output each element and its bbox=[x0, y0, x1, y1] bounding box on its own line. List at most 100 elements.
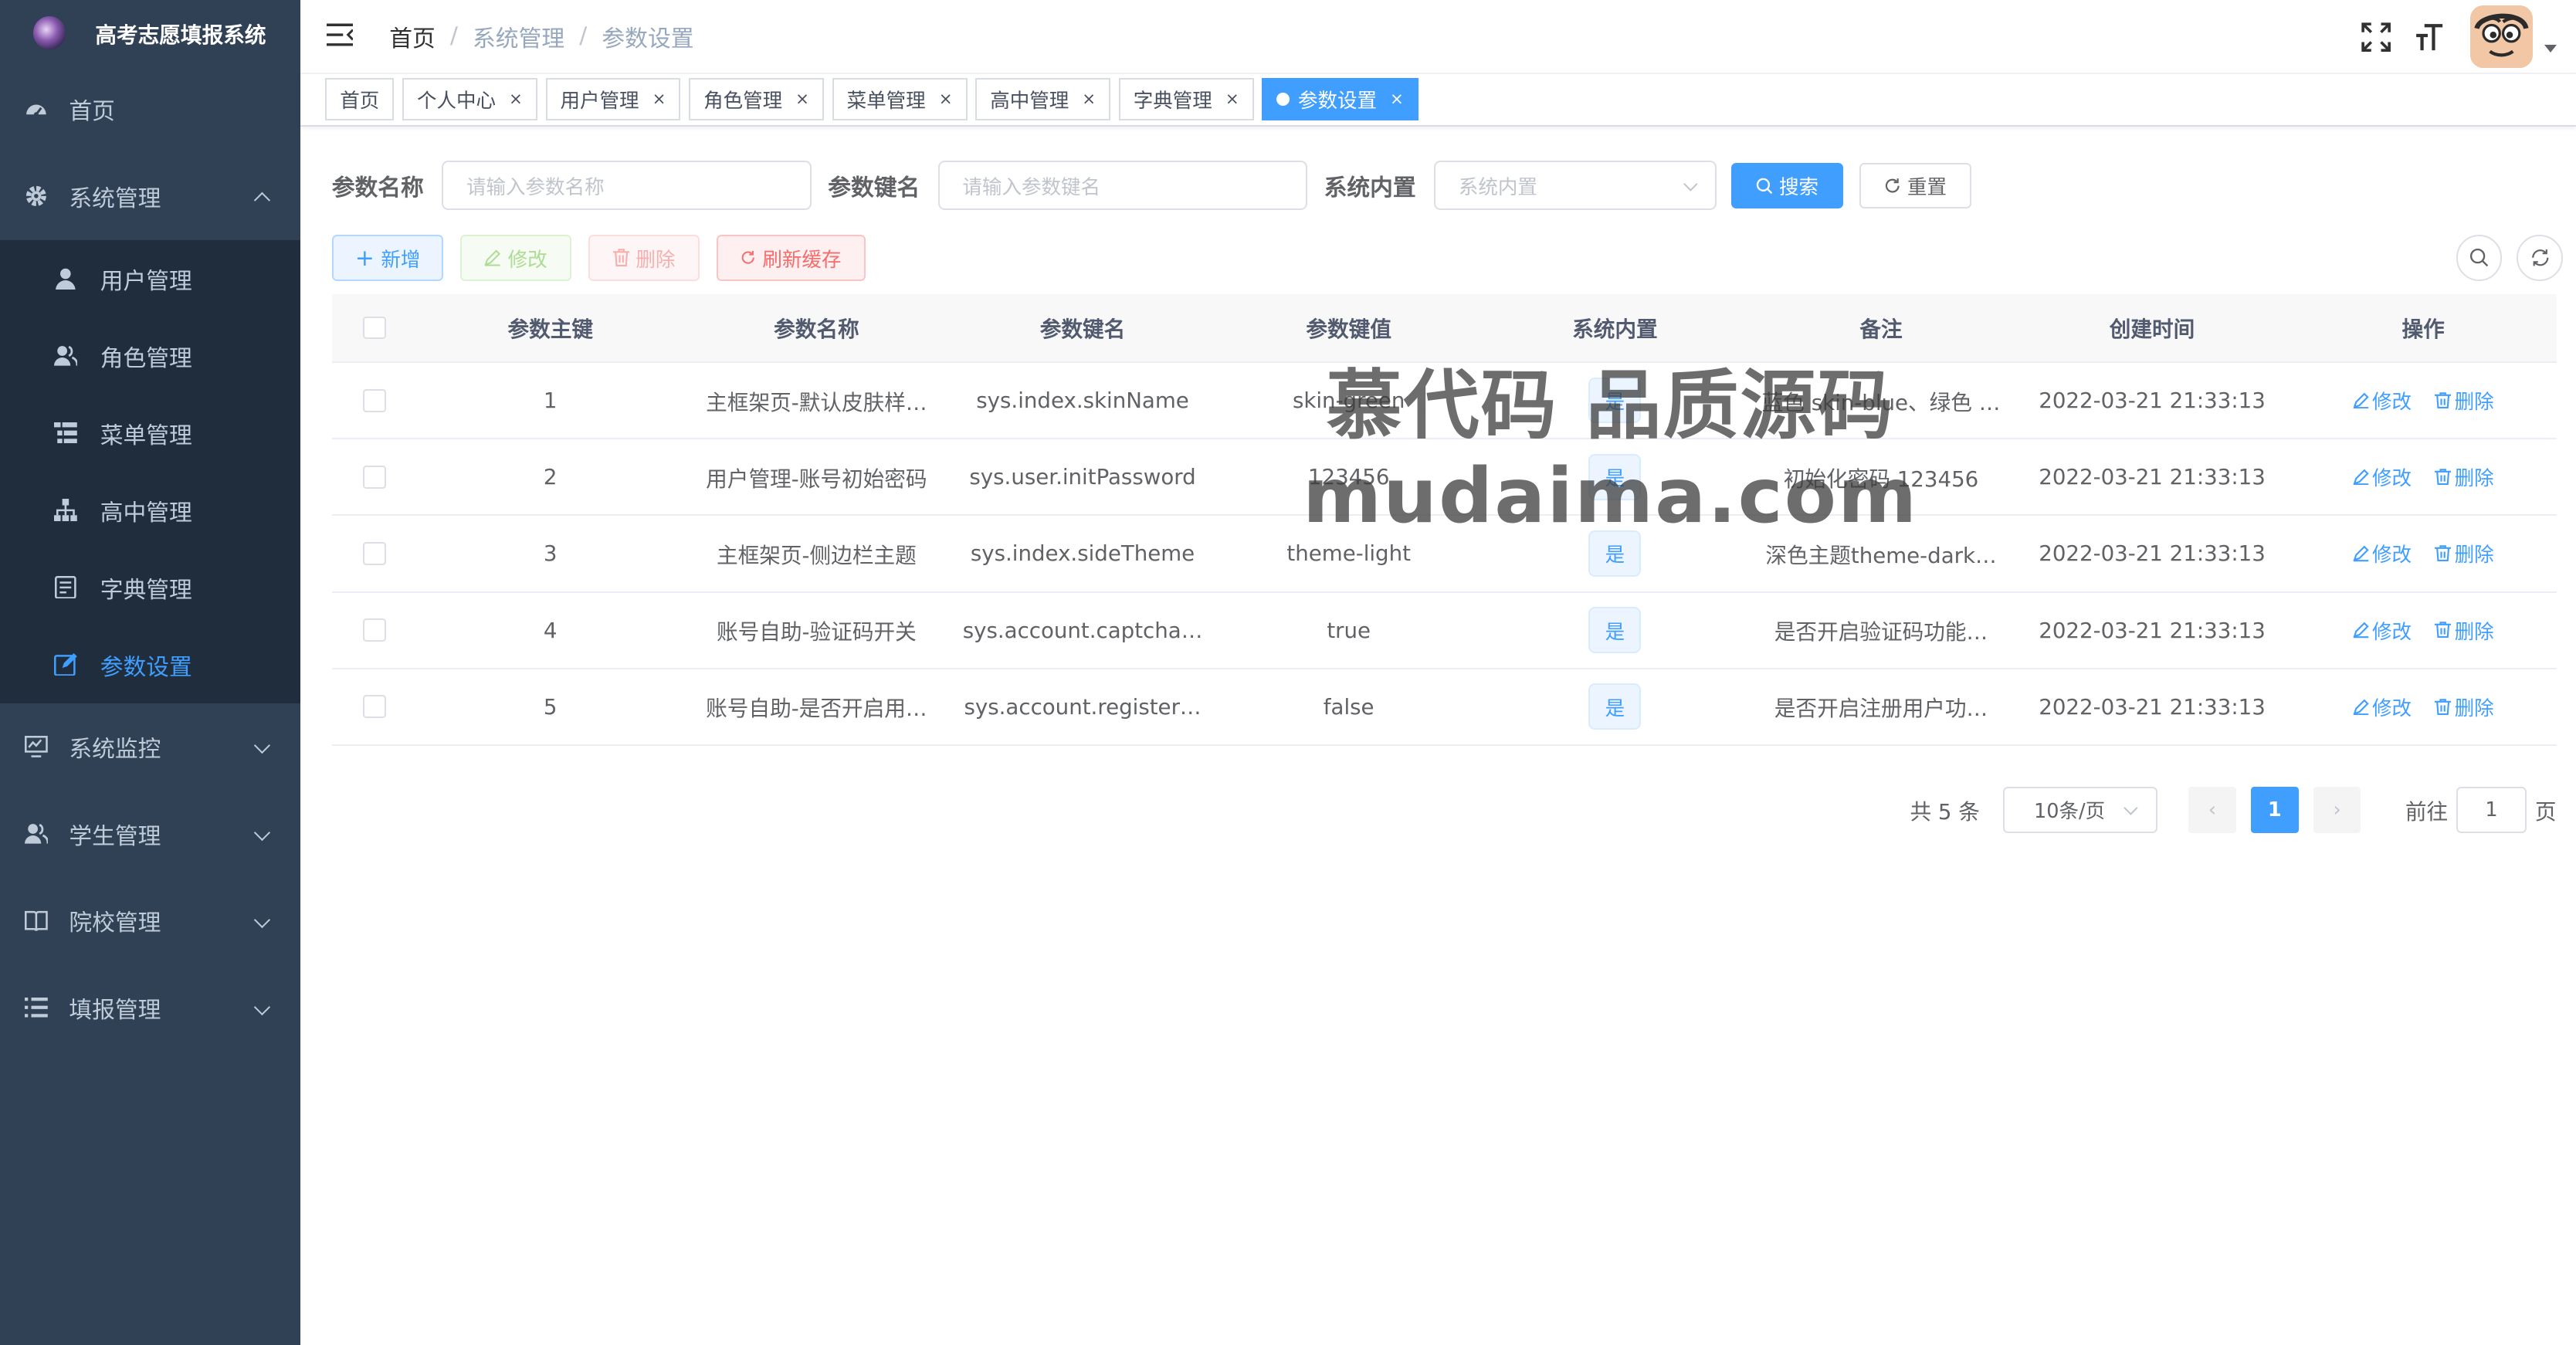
param-key-input[interactable]: 请输入参数键名 bbox=[937, 161, 1308, 211]
sidebar-item-home[interactable]: 首页 bbox=[0, 66, 300, 153]
row-edit-button[interactable]: 修改 bbox=[2352, 693, 2412, 721]
row-edit-button[interactable]: 修改 bbox=[2352, 386, 2412, 415]
builtin-tag: 是 bbox=[1588, 377, 1642, 424]
close-icon[interactable]: × bbox=[1082, 90, 1096, 109]
prev-page-button[interactable]: ‹ bbox=[2188, 787, 2236, 833]
fullscreen-icon[interactable] bbox=[2358, 19, 2395, 55]
edit-button[interactable]: 修改 bbox=[459, 235, 572, 281]
column-header: 系统内置 bbox=[1572, 317, 1658, 343]
goto-page-input[interactable]: 1 bbox=[2456, 787, 2527, 833]
chevron-down-icon bbox=[1683, 177, 1698, 191]
row-checkbox[interactable] bbox=[363, 695, 386, 719]
add-button[interactable]: + 新增 bbox=[331, 235, 444, 281]
cell-actions: 修改 删除 bbox=[2290, 539, 2557, 567]
input-placeholder: 系统内置 bbox=[1458, 175, 1537, 199]
row-edit-button[interactable]: 修改 bbox=[2352, 539, 2412, 567]
cell-value: skin-green bbox=[1292, 388, 1405, 414]
user-icon bbox=[53, 266, 79, 292]
cell-builtin: 是 bbox=[1482, 607, 1748, 653]
tags-view: 首页 个人中心 × 用户管理 × 角色管理 × 菜单管理 × 高中管理 × 字典管理 × 参… bbox=[300, 74, 2576, 127]
sidebar-item-config[interactable]: 参数设置 bbox=[0, 626, 300, 703]
close-icon[interactable]: × bbox=[1225, 90, 1239, 109]
refresh-icon bbox=[742, 251, 755, 264]
row-delete-button[interactable]: 删除 bbox=[2435, 693, 2494, 721]
avatar[interactable] bbox=[2469, 5, 2533, 69]
tag-label: 字典管理 bbox=[1133, 90, 1212, 113]
sidebar-item-apply[interactable]: 填报管理 bbox=[0, 964, 300, 1052]
column-header: 创建时间 bbox=[2109, 317, 2195, 343]
sidebar-item-student[interactable]: 学生管理 bbox=[0, 790, 300, 877]
param-key-label: 参数键名 bbox=[828, 174, 920, 202]
row-delete-button[interactable]: 删除 bbox=[2435, 616, 2494, 645]
sidebar-item-label: 系统管理 bbox=[69, 185, 161, 213]
tag-dict[interactable]: 字典管理 × bbox=[1118, 78, 1254, 121]
refresh-cache-button[interactable]: 刷新缓存 bbox=[716, 235, 866, 281]
sidebar-item-menu[interactable]: 菜单管理 bbox=[0, 395, 300, 472]
tag-menu[interactable]: 菜单管理 × bbox=[832, 78, 968, 121]
row-delete-button[interactable]: 删除 bbox=[2435, 539, 2494, 567]
hamburger-icon[interactable] bbox=[327, 22, 356, 51]
caret-down-icon[interactable] bbox=[2544, 44, 2557, 53]
cell-builtin: 是 bbox=[1482, 683, 1748, 730]
tag-home[interactable]: 首页 bbox=[325, 78, 395, 121]
delete-button[interactable]: 删除 bbox=[588, 235, 700, 281]
system-builtin-select[interactable]: 系统内置 bbox=[1434, 161, 1717, 211]
refresh-icon bbox=[1885, 178, 1900, 193]
dashboard-icon bbox=[23, 96, 49, 122]
param-name-input[interactable]: 请输入参数名称 bbox=[442, 161, 812, 211]
goto-label: 前往 bbox=[2405, 798, 2449, 825]
logo[interactable]: 高考志愿填报系统 bbox=[0, 0, 300, 66]
font-size-icon[interactable] bbox=[2411, 19, 2447, 55]
op-label: 修改 bbox=[2372, 391, 2412, 415]
edit-icon bbox=[2352, 392, 2369, 409]
sidebar-item-dict[interactable]: 字典管理 bbox=[0, 549, 300, 626]
tag-school[interactable]: 高中管理 × bbox=[975, 78, 1111, 121]
close-icon[interactable]: × bbox=[795, 90, 809, 109]
sidebar-item-label: 菜单管理 bbox=[100, 422, 192, 449]
select-all-checkbox[interactable] bbox=[363, 316, 386, 340]
row-edit-button[interactable]: 修改 bbox=[2352, 616, 2412, 645]
tag-user[interactable]: 用户管理 × bbox=[545, 78, 681, 121]
page-number-button[interactable]: 1 bbox=[2250, 787, 2299, 833]
cell-value: true bbox=[1327, 617, 1371, 643]
refresh-table-button[interactable] bbox=[2517, 235, 2564, 281]
tag-profile[interactable]: 个人中心 × bbox=[402, 78, 537, 121]
row-checkbox[interactable] bbox=[363, 465, 386, 489]
sidebar-item-user[interactable]: 用户管理 bbox=[0, 240, 300, 317]
toggle-search-button[interactable] bbox=[2456, 235, 2503, 281]
trash-icon bbox=[2435, 545, 2452, 562]
row-edit-button[interactable]: 修改 bbox=[2352, 462, 2412, 491]
close-icon[interactable]: × bbox=[509, 90, 523, 109]
breadcrumb-home[interactable]: 首页 bbox=[389, 19, 436, 53]
cell-key: sys.user.initPassword bbox=[969, 464, 1196, 490]
close-icon[interactable]: × bbox=[1390, 90, 1404, 109]
row-checkbox[interactable] bbox=[363, 388, 386, 412]
op-label: 删除 bbox=[2454, 544, 2494, 567]
row-delete-button[interactable]: 删除 bbox=[2435, 386, 2494, 415]
cell-actions: 修改 删除 bbox=[2290, 386, 2557, 415]
search-icon bbox=[2469, 249, 2489, 267]
row-checkbox[interactable] bbox=[363, 618, 386, 642]
next-page-button[interactable]: › bbox=[2313, 787, 2361, 833]
row-delete-button[interactable]: 删除 bbox=[2435, 462, 2494, 491]
sidebar-item-role[interactable]: 角色管理 bbox=[0, 317, 300, 395]
close-icon[interactable]: × bbox=[939, 90, 953, 109]
page-content: 参数名称 请输入参数名称 参数键名 请输入参数键名 系统内置 系统内置 搜索 重… bbox=[300, 127, 2576, 833]
button-label: 刷新缓存 bbox=[762, 248, 842, 272]
row-checkbox[interactable] bbox=[363, 542, 386, 565]
sidebar-item-college[interactable]: 院校管理 bbox=[0, 877, 300, 964]
tag-label: 角色管理 bbox=[703, 90, 783, 113]
page-size-select[interactable]: 10条/页 bbox=[2002, 787, 2157, 833]
reset-button[interactable]: 重置 bbox=[1859, 162, 1971, 209]
tag-role[interactable]: 角色管理 × bbox=[689, 78, 824, 121]
search-button[interactable]: 搜索 bbox=[1731, 162, 1843, 209]
close-icon[interactable]: × bbox=[652, 90, 666, 109]
input-placeholder: 请输入参数键名 bbox=[962, 175, 1101, 199]
builtin-tag: 是 bbox=[1588, 683, 1642, 730]
page-size-value: 10条/页 bbox=[2033, 800, 2106, 824]
sidebar-item-system[interactable]: 系统管理 bbox=[0, 153, 300, 240]
sidebar-item-monitor[interactable]: 系统监控 bbox=[0, 703, 300, 791]
tag-config[interactable]: 参数设置 × bbox=[1262, 78, 1418, 121]
sidebar-item-school[interactable]: 高中管理 bbox=[0, 472, 300, 549]
builtin-tag: 是 bbox=[1588, 530, 1642, 577]
